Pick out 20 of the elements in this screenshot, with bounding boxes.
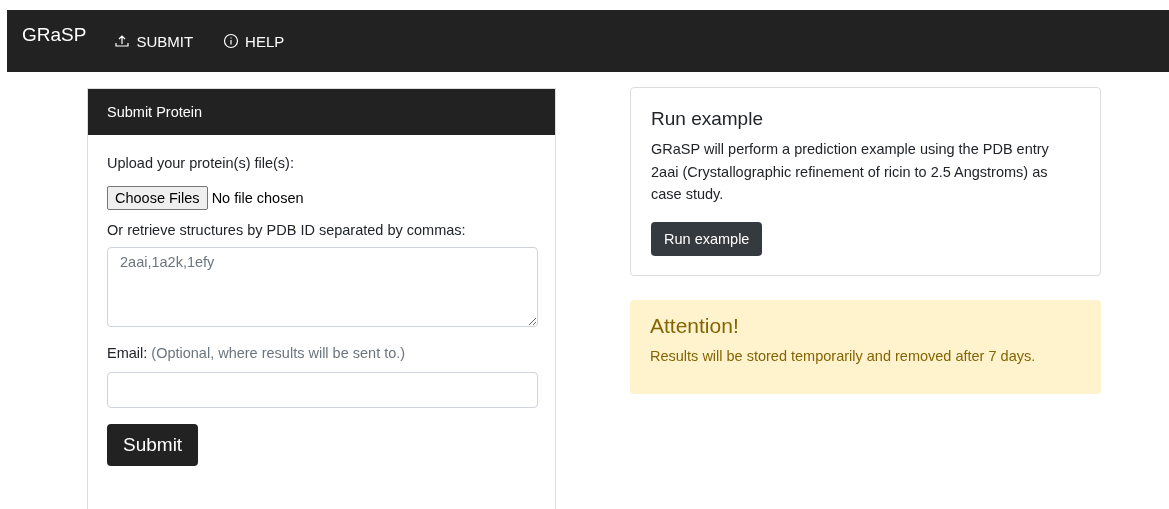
file-status: No file chosen (211, 190, 304, 206)
submit-button[interactable]: Submit (107, 424, 199, 466)
card-text: GRaSP will perform a prediction example using the PDB entry 2aai (Crystallographic refinement of ricin to 2.5 Angstroms) as case study. (651, 140, 1050, 204)
card-header: Submit Protein (88, 89, 555, 135)
brand-logo[interactable]: GRaSP (22, 24, 87, 46)
info-icon (223, 33, 240, 49)
pdb-id-field[interactable]: 2aai,1a2k,1efy (107, 247, 538, 327)
email-label: Email: (107, 345, 148, 361)
email-hint: (Optional, where results will be sent to.) (151, 345, 406, 361)
pdb-label: Or retrieve structures by PDB ID separated by commas: (107, 222, 466, 238)
nav-link[interactable]: HELP (223, 32, 285, 50)
card-title: Run example (651, 108, 764, 130)
upload-icon (114, 33, 131, 49)
alert-text: Results will be stored temporarily and removed after 7 days. (650, 347, 1037, 364)
alert-title: Attention! (650, 313, 740, 338)
choose-files-button[interactable]: Choose Files (107, 186, 208, 210)
run-example-button[interactable]: Run example (651, 221, 763, 256)
nav-link[interactable]: SUBMIT (114, 32, 194, 50)
upload-label: Upload your protein(s) file(s): (107, 155, 294, 171)
email-field[interactable] (107, 372, 538, 408)
